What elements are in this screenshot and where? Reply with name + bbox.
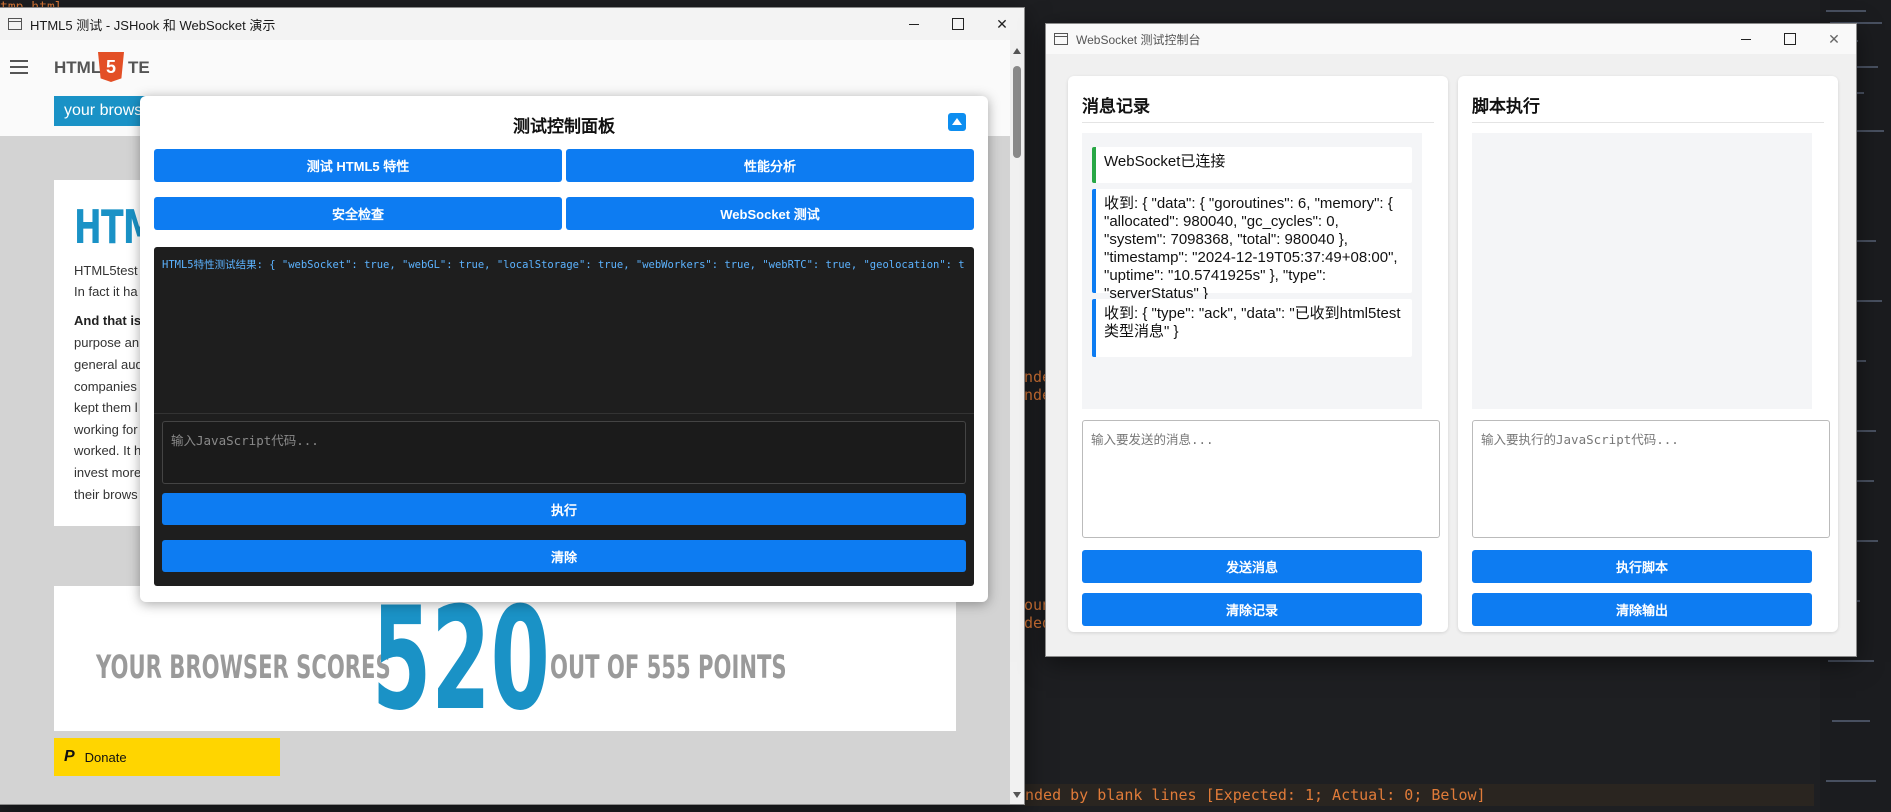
message-input[interactable]: 输入要发送的消息... — [1082, 420, 1440, 538]
minimize-icon[interactable] — [1724, 24, 1768, 55]
run-button[interactable]: 执行 — [162, 493, 966, 525]
app-window-icon — [8, 18, 22, 30]
divider — [1472, 122, 1824, 123]
score-value: 520 — [372, 577, 550, 742]
intro-text: purpose an — [74, 335, 140, 350]
intro-text: HTML5test — [74, 263, 138, 278]
log-entry: 收到: { "data": { "goroutines": 6, "memory… — [1092, 189, 1412, 302]
clear-log-button[interactable]: 清除记录 — [1082, 593, 1422, 626]
intro-text: general aud — [74, 357, 143, 372]
console-output: HTML5特性测试结果: { "webSocket": true, "webGL… — [162, 259, 966, 271]
close-icon[interactable]: ✕ — [980, 8, 1024, 40]
run-script-button[interactable]: 执行脚本 — [1472, 550, 1812, 583]
intro-text: kept them l — [74, 400, 138, 415]
intro-text: worked. It h — [74, 443, 142, 458]
score-box: YOUR BROWSER SCORES 520 OUT OF 555 POINT… — [54, 586, 956, 731]
clear-button[interactable]: 清除 — [162, 540, 966, 572]
script-output — [1472, 133, 1812, 409]
clear-output-button[interactable]: 清除输出 — [1472, 593, 1812, 626]
collapse-icon[interactable] — [948, 113, 966, 131]
console-divider — [154, 413, 974, 414]
browser-page: HTML 5 TE your brows HTML HTML5test In f… — [0, 40, 1010, 804]
script-input[interactable]: 输入要执行的JavaScript代码... — [1472, 420, 1830, 538]
menu-icon[interactable] — [10, 60, 28, 74]
intro-text-bold: And that is — [74, 313, 142, 328]
score-prefix: YOUR BROWSER SCORES — [96, 648, 391, 686]
editor-status-line: nded by blank lines [Expected: 1; Actual… — [1024, 784, 1814, 806]
panel-title: 测试控制面板 — [513, 117, 615, 136]
send-message-button[interactable]: 发送消息 — [1082, 550, 1422, 583]
script-card: 脚本执行 输入要执行的JavaScript代码... 执行脚本 清除输出 — [1458, 76, 1838, 632]
script-title: 脚本执行 — [1472, 97, 1540, 116]
browser-titlebar[interactable]: HTML5 测试 - JSHook 和 WebSocket 演示 ✕ — [0, 8, 1024, 40]
divider — [1082, 122, 1434, 123]
page-scrollbar[interactable] — [1010, 40, 1024, 804]
scroll-up-icon[interactable] — [1013, 48, 1021, 54]
messages-card: 消息记录 WebSocket已连接 收到: { "data": { "gorou… — [1068, 76, 1448, 632]
app-window-icon — [1054, 33, 1068, 45]
score-suffix: OUT OF 555 POINTS — [550, 648, 787, 686]
html5-shield-icon: 5 — [98, 52, 124, 82]
message-log: WebSocket已连接 收到: { "data": { "goroutines… — [1082, 133, 1422, 409]
console-panel: HTML5特性测试结果: { "webSocket": true, "webGL… — [154, 247, 974, 586]
scroll-down-icon[interactable] — [1013, 792, 1021, 798]
intro-text: companies — [74, 379, 137, 394]
browser-window: HTML5 测试 - JSHook 和 WebSocket 演示 ✕ HTML … — [0, 8, 1024, 804]
window-title: HTML5 测试 - JSHook 和 WebSocket 演示 — [30, 17, 276, 33]
intro-text: their brows — [74, 487, 138, 502]
test-control-panel: 测试控制面板 测试 HTML5 特性 性能分析 安全检查 WebSocket 测… — [140, 96, 988, 602]
intro-text: invest more — [74, 465, 142, 480]
intro-text: In fact it ha — [74, 284, 138, 299]
close-icon[interactable]: ✕ — [1812, 24, 1856, 55]
messages-title: 消息记录 — [1082, 97, 1150, 116]
maximize-icon[interactable] — [1768, 24, 1812, 55]
donate-label: Donate — [84, 749, 127, 765]
websocket-test-button[interactable]: WebSocket 测试 — [566, 197, 974, 230]
perf-analysis-button[interactable]: 性能分析 — [566, 149, 974, 182]
scroll-thumb[interactable] — [1013, 66, 1021, 158]
websocket-window: WebSocket 测试控制台 ✕ 消息记录 WebSocket已连接 收到: … — [1046, 24, 1856, 656]
minimize-icon[interactable] — [892, 8, 936, 40]
logo-text-suffix: TE — [128, 58, 150, 77]
ws-titlebar[interactable]: WebSocket 测试控制台 ✕ — [1046, 24, 1856, 54]
test-html5-button[interactable]: 测试 HTML5 特性 — [154, 149, 562, 182]
donate-button[interactable]: P Donate — [54, 738, 280, 776]
log-entry: WebSocket已连接 — [1092, 147, 1412, 183]
paypal-icon: P — [64, 748, 75, 765]
intro-text: working for — [74, 422, 138, 437]
js-code-input[interactable]: 输入JavaScript代码... — [162, 421, 966, 484]
log-entry: 收到: { "type": "ack", "data": "已收到html5te… — [1092, 299, 1412, 357]
maximize-icon[interactable] — [936, 8, 980, 40]
security-check-button[interactable]: 安全检查 — [154, 197, 562, 230]
logo-text[interactable]: HTML — [54, 58, 101, 78]
window-title: WebSocket 测试控制台 — [1076, 32, 1201, 47]
